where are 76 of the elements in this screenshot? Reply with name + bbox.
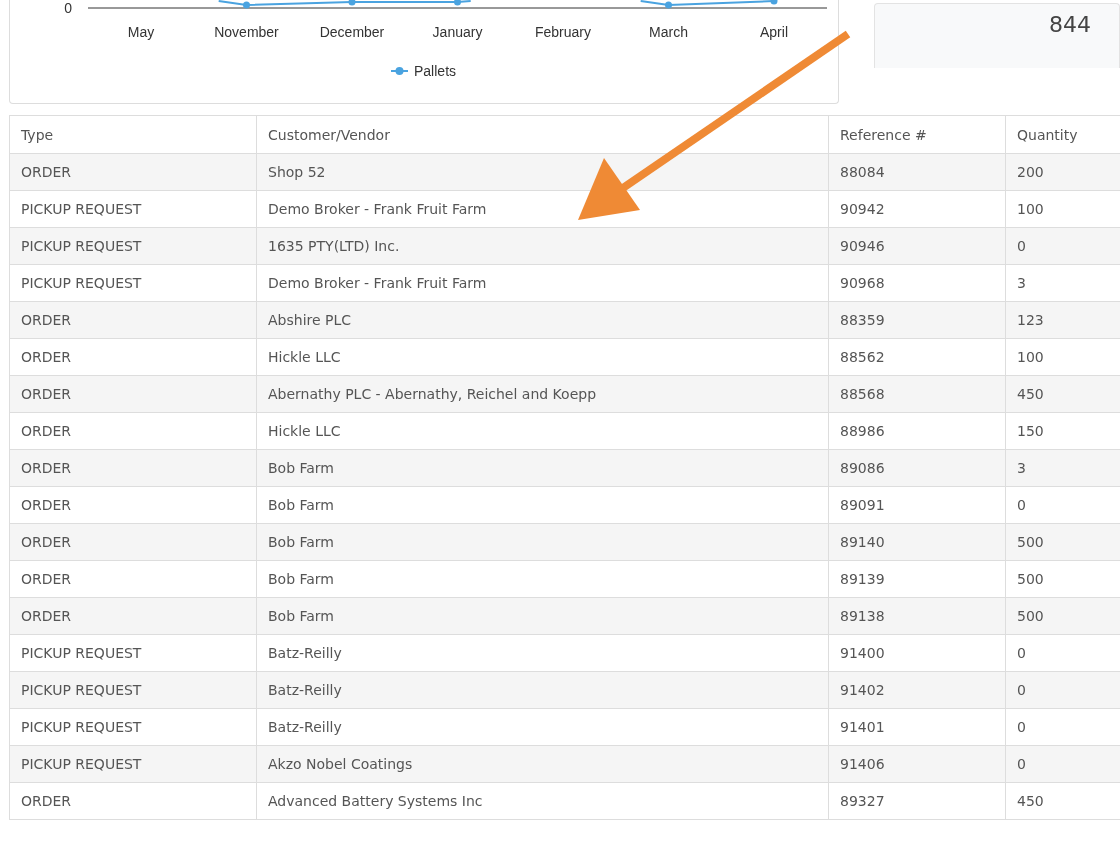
table-cell: ORDER bbox=[9, 486, 257, 524]
table-cell: 0 bbox=[1005, 227, 1120, 265]
table-cell: Batz-Reilly bbox=[256, 671, 829, 709]
table-cell: Batz-Reilly bbox=[256, 708, 829, 746]
table-cell: 88562 bbox=[828, 338, 1006, 376]
table-cell: 0 bbox=[1005, 671, 1120, 709]
table-cell: 3 bbox=[1005, 449, 1120, 487]
table-cell: ORDER bbox=[9, 301, 257, 339]
table-cell: ORDER bbox=[9, 782, 257, 820]
table-cell: ORDER bbox=[9, 449, 257, 487]
table-cell: PICKUP REQUEST bbox=[9, 671, 257, 709]
table-cell: 89086 bbox=[828, 449, 1006, 487]
table-cell: Batz-Reilly bbox=[256, 634, 829, 672]
table-cell: ORDER bbox=[9, 153, 257, 191]
legend-label: Pallets bbox=[414, 63, 457, 79]
table-cell: 1635 PTY(LTD) Inc. bbox=[256, 227, 829, 265]
table-cell: 123 bbox=[1005, 301, 1120, 339]
table-cell: Hickle LLC bbox=[256, 412, 829, 450]
table-cell: PICKUP REQUEST bbox=[9, 708, 257, 746]
table-cell: Abernathy PLC - Abernathy, Reichel and Koepp bbox=[256, 375, 829, 413]
table-cell: 88568 bbox=[828, 375, 1006, 413]
column-header: Type bbox=[9, 115, 257, 154]
axis-label: March bbox=[649, 24, 688, 40]
table-cell: 0 bbox=[1005, 745, 1120, 783]
table-cell: ORDER bbox=[9, 597, 257, 635]
axis-label: April bbox=[760, 24, 788, 40]
axis-label: May bbox=[127, 24, 155, 40]
table-cell: 450 bbox=[1005, 375, 1120, 413]
table-cell: Bob Farm bbox=[256, 597, 829, 635]
table-cell: 91400 bbox=[828, 634, 1006, 672]
table-cell: PICKUP REQUEST bbox=[9, 634, 257, 672]
axis-label: November bbox=[214, 24, 279, 40]
table-cell: Abshire PLC bbox=[256, 301, 829, 339]
table-cell: 90968 bbox=[828, 264, 1006, 302]
table-cell: 88084 bbox=[828, 153, 1006, 191]
table-cell: 500 bbox=[1005, 597, 1120, 635]
table-cell: ORDER bbox=[9, 412, 257, 450]
table-cell: 91406 bbox=[828, 745, 1006, 783]
table-cell: 500 bbox=[1005, 523, 1120, 561]
table-cell: 91401 bbox=[828, 708, 1006, 746]
table-cell: Advanced Battery Systems Inc bbox=[256, 782, 829, 820]
table-cell: Hickle LLC bbox=[256, 338, 829, 376]
table-cell: ORDER bbox=[9, 523, 257, 561]
summary-value: 844 bbox=[1049, 12, 1091, 37]
axis-label: December bbox=[319, 24, 385, 40]
table-cell: Akzo Nobel Coatings bbox=[256, 745, 829, 783]
table-cell: 89140 bbox=[828, 523, 1006, 561]
table-cell: Bob Farm bbox=[256, 560, 829, 598]
axis-label: February bbox=[535, 24, 591, 40]
table-cell: 90946 bbox=[828, 227, 1006, 265]
column-header: Reference # bbox=[828, 115, 1006, 154]
table-cell: PICKUP REQUEST bbox=[9, 190, 257, 228]
column-header: Quantity bbox=[1005, 115, 1120, 154]
table-cell: 90942 bbox=[828, 190, 1006, 228]
table-cell: 89091 bbox=[828, 486, 1006, 524]
table-cell: Bob Farm bbox=[256, 523, 829, 561]
table-cell: 88359 bbox=[828, 301, 1006, 339]
table-cell: PICKUP REQUEST bbox=[9, 264, 257, 302]
table-cell: Bob Farm bbox=[256, 486, 829, 524]
table-cell: PICKUP REQUEST bbox=[9, 227, 257, 265]
table-cell: PICKUP REQUEST bbox=[9, 745, 257, 783]
table-cell: 89327 bbox=[828, 782, 1006, 820]
table-cell: Demo Broker - Frank Fruit Farm bbox=[256, 264, 829, 302]
axis-label: January bbox=[432, 24, 483, 40]
table-cell: ORDER bbox=[9, 560, 257, 598]
table-cell: ORDER bbox=[9, 375, 257, 413]
table-cell: ORDER bbox=[9, 338, 257, 376]
axis-tick-label: 0 bbox=[64, 0, 72, 16]
table-cell: 89139 bbox=[828, 560, 1006, 598]
table-cell: 89138 bbox=[828, 597, 1006, 635]
column-header: Customer/Vendor bbox=[256, 115, 829, 154]
table-cell: 200 bbox=[1005, 153, 1120, 191]
table-cell: 91402 bbox=[828, 671, 1006, 709]
legend-marker-icon bbox=[390, 67, 409, 75]
table-cell: Bob Farm bbox=[256, 449, 829, 487]
table-cell: 88986 bbox=[828, 412, 1006, 450]
